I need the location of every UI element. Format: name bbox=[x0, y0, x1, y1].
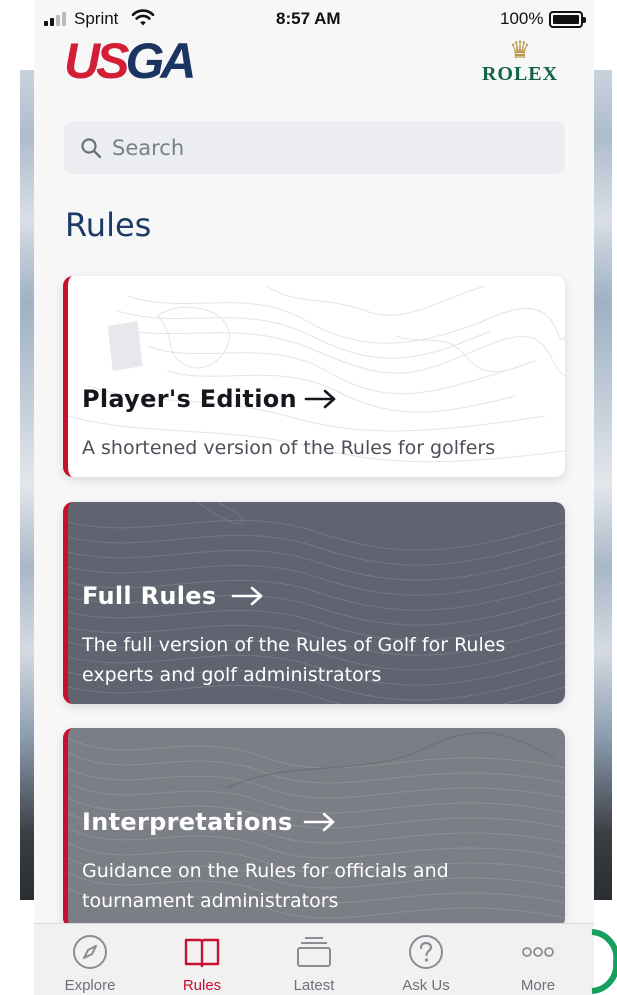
arrow-right-icon bbox=[304, 389, 336, 409]
search-input[interactable] bbox=[112, 121, 542, 174]
app-screen: Sprint 8:57 AM 100% USGA ♛ ROLEX Rules bbox=[34, 0, 594, 995]
search-icon bbox=[81, 138, 102, 159]
stack-icon bbox=[297, 937, 331, 967]
tab-label: Ask Us bbox=[402, 977, 450, 994]
tab-label: Explore bbox=[64, 977, 116, 994]
tab-explore[interactable]: Explore bbox=[34, 924, 146, 995]
card-players-edition[interactable]: Player's Edition A shortened version of … bbox=[63, 276, 565, 477]
tab-latest[interactable]: Latest bbox=[258, 924, 370, 995]
background-photo-right bbox=[592, 70, 612, 900]
signal-icon bbox=[44, 12, 66, 26]
usga-logo: USGA bbox=[64, 33, 196, 89]
tab-ask-us[interactable]: Ask Us bbox=[370, 924, 482, 995]
card-description: A shortened version of the Rules for gol… bbox=[82, 437, 496, 459]
tab-more[interactable]: More bbox=[482, 924, 594, 995]
tab-rules[interactable]: Rules bbox=[146, 924, 258, 995]
arrow-right-icon bbox=[303, 812, 335, 832]
crown-icon: ♛ bbox=[509, 36, 531, 64]
page-title: Rules bbox=[65, 206, 152, 244]
carrier-label: Sprint bbox=[74, 9, 119, 28]
sponsor-name: ROLEX bbox=[481, 63, 559, 85]
card-title: Full Rules bbox=[82, 582, 217, 610]
question-icon bbox=[409, 935, 443, 969]
card-description: Guidance on the Rules for officials and … bbox=[82, 860, 449, 912]
tab-label: Rules bbox=[182, 977, 222, 994]
decorative-arc bbox=[591, 929, 617, 994]
arrow-right-icon bbox=[231, 586, 263, 606]
battery-percent: 100% bbox=[500, 9, 544, 28]
battery-icon bbox=[549, 11, 586, 28]
more-icon bbox=[522, 947, 554, 957]
card-full-rules[interactable]: Full Rules The full version of the Rules… bbox=[63, 502, 565, 704]
compass-icon bbox=[73, 935, 107, 969]
search-bar[interactable] bbox=[64, 121, 565, 174]
tab-bar: Explore Rules Latest Ask Us More bbox=[34, 923, 594, 995]
card-description: The full version of the Rules of Golf fo… bbox=[82, 634, 506, 686]
card-title: Interpretations bbox=[82, 808, 293, 836]
tab-label: More bbox=[520, 977, 556, 994]
card-interpretations[interactable]: Interpretations Guidance on the Rules fo… bbox=[63, 728, 565, 928]
status-time: 8:57 AM bbox=[276, 9, 341, 28]
rolex-logo: ♛ ROLEX bbox=[474, 38, 566, 84]
book-icon bbox=[184, 938, 220, 968]
wifi-icon bbox=[131, 9, 155, 26]
card-title: Player's Edition bbox=[82, 385, 297, 413]
tab-label: Latest bbox=[293, 977, 335, 994]
